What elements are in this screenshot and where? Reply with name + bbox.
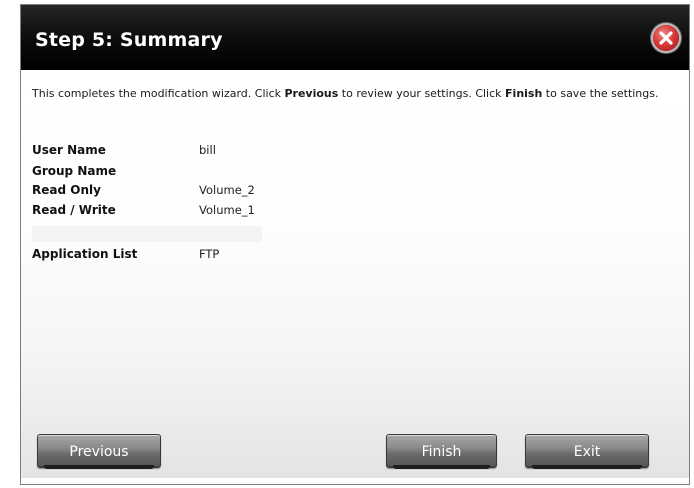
summary-dialog: Step 5: Summary This completes the modif…	[20, 4, 690, 485]
exit-button-label: Exit	[573, 444, 601, 460]
summary-value-read-write: Volume_1	[199, 203, 255, 217]
summary-label-group-name: Group Name	[32, 164, 117, 178]
summary-label-application-list: Application List	[32, 247, 138, 261]
intro-part-1: This completes the modification wizard. …	[32, 87, 285, 100]
intro-text: This completes the modification wizard. …	[32, 87, 672, 101]
close-button[interactable]	[653, 25, 679, 51]
summary-label-read-write: Read / Write	[32, 203, 116, 217]
dialog-title: Step 5: Summary	[35, 29, 223, 51]
summary-value-read-only: Volume_2	[199, 183, 255, 197]
intro-finish-keyword: Finish	[505, 87, 543, 100]
previous-button-label: Previous	[69, 444, 129, 460]
summary-spacer	[32, 226, 262, 242]
finish-button[interactable]: Finish	[386, 434, 497, 469]
exit-button[interactable]: Exit	[525, 434, 649, 469]
intro-part-3: to save the settings.	[542, 87, 659, 100]
summary-label-read-only: Read Only	[32, 183, 101, 197]
intro-previous-keyword: Previous	[284, 87, 339, 100]
close-icon	[659, 31, 673, 45]
previous-button[interactable]: Previous	[37, 434, 161, 469]
summary-value-user-name: bill	[199, 143, 216, 157]
summary-value-application-list: FTP	[199, 247, 220, 261]
intro-part-2: to review your settings. Click	[338, 87, 506, 100]
summary-label-user-name: User Name	[32, 143, 106, 157]
finish-button-label: Finish	[421, 444, 462, 460]
dialog-content: This completes the modification wizard. …	[21, 70, 689, 478]
dialog-titlebar: Step 5: Summary	[21, 5, 689, 70]
